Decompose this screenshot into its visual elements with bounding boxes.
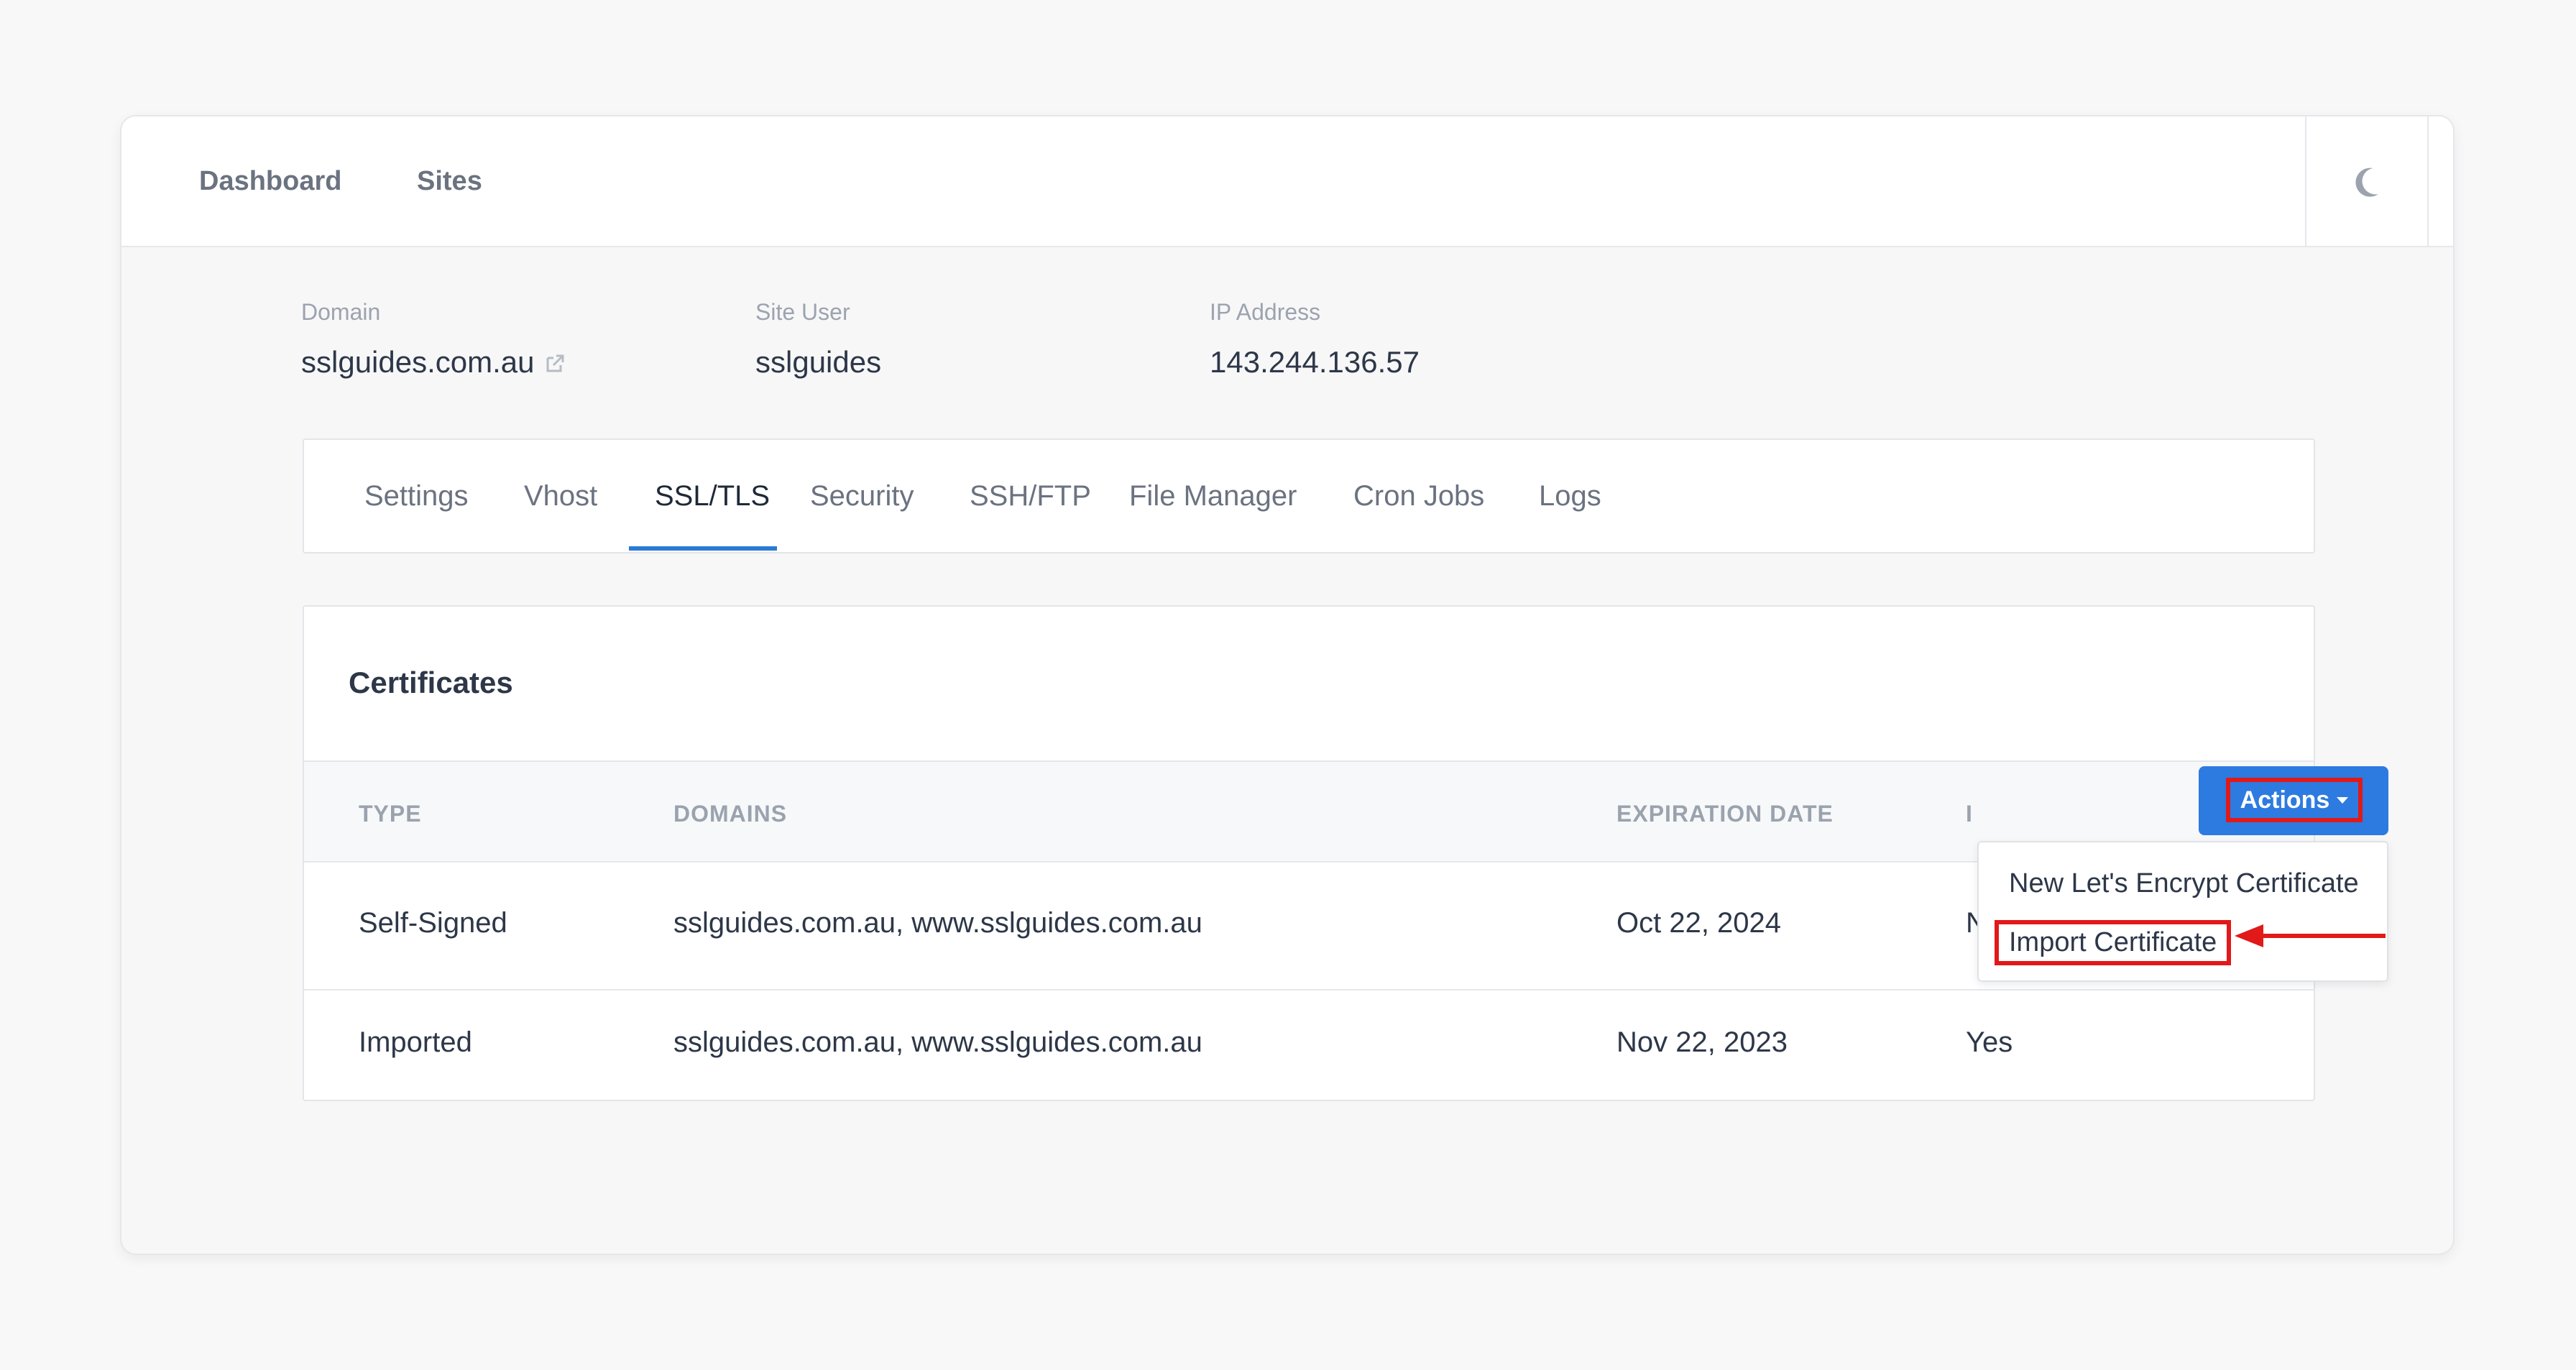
- actions-dropdown-menu: New Let's Encrypt Certificate Import Cer…: [1977, 841, 2388, 982]
- column-header-expiration: EXPIRATION DATE: [1616, 801, 1834, 827]
- theme-toggle-button[interactable]: [2305, 116, 2429, 247]
- domain-value: sslguides.com.au: [301, 345, 566, 382]
- column-header-domains: DOMAINS: [673, 801, 788, 827]
- menu-item-import-certificate[interactable]: Import Certificate: [1995, 920, 2232, 965]
- cell-expiration: Nov 22, 2023: [1616, 1026, 1788, 1058]
- actions-dropdown-button[interactable]: Actions: [2199, 766, 2388, 835]
- tab-ssh-ftp[interactable]: SSH/FTP: [970, 476, 1091, 516]
- tab-settings[interactable]: Settings: [364, 476, 469, 516]
- nav-sites-link[interactable]: Sites: [417, 161, 482, 201]
- tab-file-manager[interactable]: File Manager: [1129, 476, 1297, 516]
- domain-label: Domain: [301, 299, 381, 325]
- site-user-value: sslguides: [755, 345, 882, 379]
- menu-item-new-letsencrypt[interactable]: New Let's Encrypt Certificate: [2009, 868, 2359, 899]
- column-header-in-use: I: [1966, 801, 1973, 827]
- tab-logs[interactable]: Logs: [1539, 476, 1601, 516]
- site-tabs: Settings Vhost SSL/TLS Security SSH/FTP …: [303, 438, 2315, 553]
- moon-icon: [2355, 167, 2378, 197]
- column-header-type: TYPE: [359, 801, 422, 827]
- site-user-label: Site User: [755, 299, 850, 325]
- cell-domains: sslguides.com.au, www.sslguides.com.au: [673, 907, 1202, 939]
- caret-down-icon: [2337, 796, 2349, 804]
- active-tab-indicator: [629, 546, 777, 551]
- actions-highlight-box: Actions: [2226, 778, 2363, 822]
- app-window: Dashboard Sites Domain sslguides.com.au …: [120, 115, 2455, 1255]
- tab-security[interactable]: Security: [810, 476, 914, 516]
- tab-ssl-tls[interactable]: SSL/TLS: [655, 476, 770, 516]
- top-nav-bar: Dashboard Sites: [121, 116, 2453, 247]
- ip-address-value: 143.244.136.57: [1210, 345, 1420, 379]
- nav-dashboard-link[interactable]: Dashboard: [199, 161, 341, 201]
- tab-cron-jobs[interactable]: Cron Jobs: [1353, 476, 1484, 516]
- cell-in-use: Yes: [1966, 1026, 2013, 1058]
- table-row: Imported sslguides.com.au, www.sslguides…: [304, 992, 2314, 1100]
- ip-address-label: IP Address: [1210, 299, 1321, 325]
- external-link-icon[interactable]: [543, 348, 566, 382]
- card-title: Certificates: [349, 666, 513, 699]
- cell-type: Self-Signed: [359, 907, 507, 939]
- annotation-arrow-icon: [2235, 924, 2386, 947]
- cell-expiration: Oct 22, 2024: [1616, 907, 1782, 939]
- tab-vhost[interactable]: Vhost: [524, 476, 597, 516]
- actions-button-label: Actions: [2240, 786, 2330, 814]
- domain-link[interactable]: sslguides.com.au: [301, 345, 535, 379]
- cell-type: Imported: [359, 1026, 472, 1058]
- cell-domains: sslguides.com.au, www.sslguides.com.au: [673, 1026, 1202, 1058]
